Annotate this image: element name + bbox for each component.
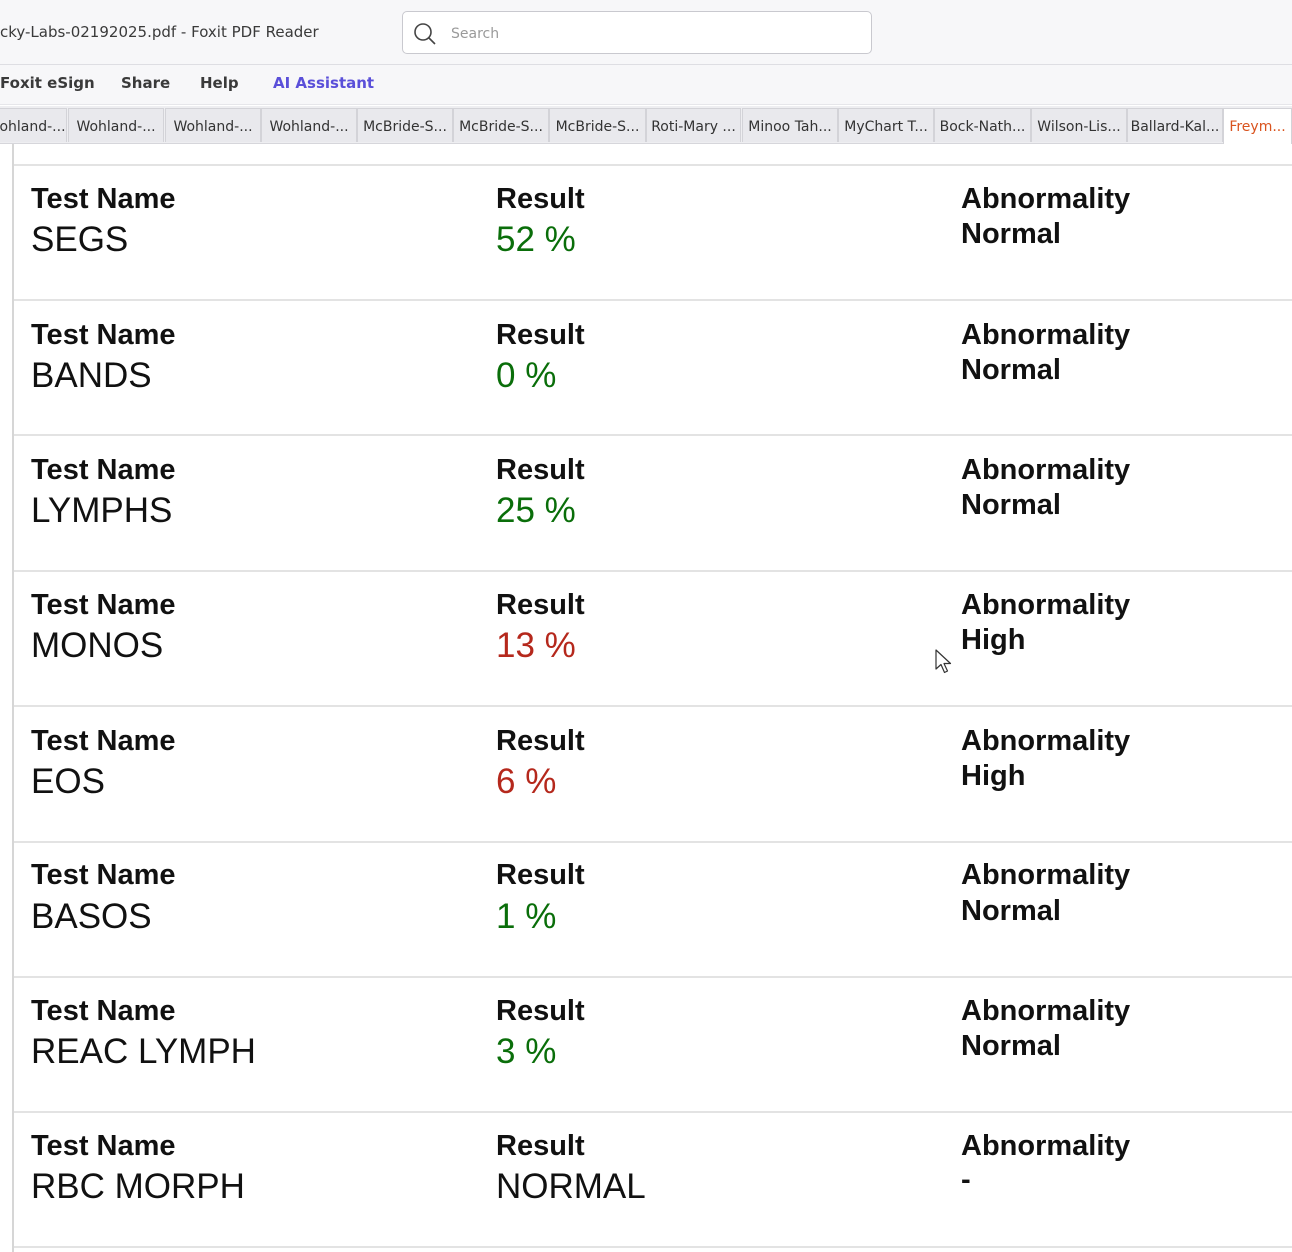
result-value: 1 % — [496, 897, 557, 936]
abnormality-value: Normal — [961, 489, 1061, 521]
test-name-value: RBC MORPH — [31, 1167, 245, 1206]
test-name-label: Test Name — [31, 725, 176, 757]
abnormality-value: - — [961, 1164, 971, 1196]
row-divider — [14, 164, 1292, 166]
result-label: Result — [496, 995, 585, 1027]
page-edge — [12, 144, 14, 1252]
search-icon — [414, 23, 436, 45]
menu-help[interactable]: Help — [200, 74, 239, 92]
document-tab[interactable]: Wohland-... — [165, 108, 261, 142]
abnormality-label: Abnormality — [961, 183, 1131, 215]
menu-foxit-esign[interactable]: Foxit eSign — [0, 74, 95, 92]
document-tab[interactable]: McBride-S... — [549, 108, 646, 142]
result-value: 13 % — [496, 626, 576, 665]
title-bar: cky-Labs-02192025.pdf - Foxit PDF Reader — [0, 0, 1292, 65]
test-name-label: Test Name — [31, 859, 176, 891]
row-divider — [14, 976, 1292, 978]
result-value: 52 % — [496, 220, 576, 259]
result-label: Result — [496, 183, 585, 215]
test-name-label: Test Name — [31, 454, 176, 486]
test-name-label: Test Name — [31, 1130, 176, 1162]
mouse-pointer-icon — [935, 649, 952, 674]
document-tab-bar: ohland-... Wohland-... Wohland-... Wohla… — [0, 106, 1292, 144]
document-tab[interactable]: Bock-Nath... — [934, 108, 1031, 142]
abnormality-label: Abnormality — [961, 454, 1131, 486]
menu-bar: Foxit eSign Share Help AI Assistant — [0, 65, 1292, 105]
abnormality-value: Normal — [961, 354, 1061, 386]
test-name-value: BASOS — [31, 897, 152, 936]
abnormality-value: Normal — [961, 895, 1061, 927]
test-name-value: LYMPHS — [31, 491, 173, 530]
document-tab[interactable]: ohland-... — [0, 108, 67, 142]
document-tab-active[interactable]: Freym... — [1223, 108, 1292, 144]
result-label: Result — [496, 589, 585, 621]
search-input[interactable] — [449, 22, 853, 46]
result-label: Result — [496, 859, 585, 891]
row-divider — [14, 1246, 1292, 1248]
result-label: Result — [496, 319, 585, 351]
result-value: 25 % — [496, 491, 576, 530]
abnormality-label: Abnormality — [961, 725, 1131, 757]
test-name-value: EOS — [31, 762, 105, 801]
menu-share[interactable]: Share — [121, 74, 170, 92]
abnormality-label: Abnormality — [961, 589, 1131, 621]
result-value: NORMAL — [496, 1167, 646, 1206]
row-divider — [14, 1111, 1292, 1113]
row-divider — [14, 841, 1292, 843]
test-name-value: BANDS — [31, 356, 152, 395]
result-label: Result — [496, 454, 585, 486]
abnormality-value: Normal — [961, 1030, 1061, 1062]
menu-ai-assistant[interactable]: AI Assistant — [273, 74, 374, 92]
window-title: cky-Labs-02192025.pdf - Foxit PDF Reader — [0, 23, 319, 41]
result-label: Result — [496, 1130, 585, 1162]
search-box[interactable] — [402, 11, 872, 54]
row-divider — [14, 299, 1292, 301]
document-tab[interactable]: Ballard-Kal... — [1127, 108, 1223, 142]
abnormality-label: Abnormality — [961, 319, 1131, 351]
document-tab[interactable]: McBride-S... — [357, 108, 453, 142]
row-divider — [14, 434, 1292, 436]
test-name-label: Test Name — [31, 995, 176, 1027]
document-tab[interactable]: MyChart T... — [838, 108, 934, 142]
test-name-value: REAC LYMPH — [31, 1032, 256, 1071]
pdf-page-view[interactable]: Test Name SEGS Result 52 % Abnormality N… — [0, 144, 1292, 1252]
row-divider — [14, 570, 1292, 572]
result-value: 0 % — [496, 356, 557, 395]
document-tab[interactable]: McBride-S... — [453, 108, 549, 142]
result-value: 3 % — [496, 1032, 557, 1071]
result-value: 6 % — [496, 762, 557, 801]
abnormality-label: Abnormality — [961, 1130, 1131, 1162]
abnormality-label: Abnormality — [961, 859, 1131, 891]
document-tab[interactable]: Wohland-... — [68, 108, 164, 142]
abnormality-value: High — [961, 624, 1026, 656]
abnormality-value: Normal — [961, 218, 1061, 250]
result-label: Result — [496, 725, 585, 757]
document-tab[interactable]: Minoo Tah... — [742, 108, 838, 142]
row-divider — [14, 705, 1292, 707]
test-name-label: Test Name — [31, 589, 176, 621]
abnormality-value: High — [961, 760, 1026, 792]
test-name-label: Test Name — [31, 319, 176, 351]
document-tab[interactable]: Roti-Mary ... — [646, 108, 741, 142]
abnormality-label: Abnormality — [961, 995, 1131, 1027]
document-tab[interactable]: Wohland-... — [261, 108, 357, 142]
test-name-label: Test Name — [31, 183, 176, 215]
test-name-value: SEGS — [31, 220, 129, 259]
test-name-value: MONOS — [31, 626, 164, 665]
document-tab[interactable]: Wilson-Lis... — [1031, 108, 1127, 142]
